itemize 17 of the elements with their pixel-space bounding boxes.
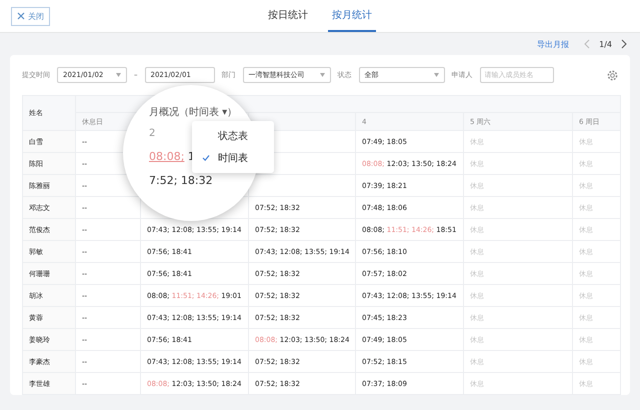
menu-item[interactable]: 状态表: [192, 125, 274, 147]
close-button[interactable]: 关闭: [11, 6, 50, 26]
tab[interactable]: 按日统计: [264, 0, 312, 32]
check-icon: [202, 154, 210, 162]
page-indicator: 1/4: [599, 40, 612, 48]
caret-icon: [434, 73, 438, 77]
caret-icon: [320, 73, 324, 77]
close-icon: [17, 12, 25, 20]
column-header: 2: [149, 127, 156, 141]
column-header: 月概况（时间表 ▾）: [149, 106, 238, 120]
export-link[interactable]: 导出月报: [537, 38, 570, 50]
time-cell-text: 7:52; 18:32: [149, 173, 213, 189]
settings-icon[interactable]: [607, 70, 618, 80]
menu-item[interactable]: 时间表: [192, 147, 274, 169]
tab[interactable]: 按月统计: [328, 0, 376, 32]
next-icon[interactable]: [620, 39, 628, 49]
caret-icon: [116, 73, 121, 77]
